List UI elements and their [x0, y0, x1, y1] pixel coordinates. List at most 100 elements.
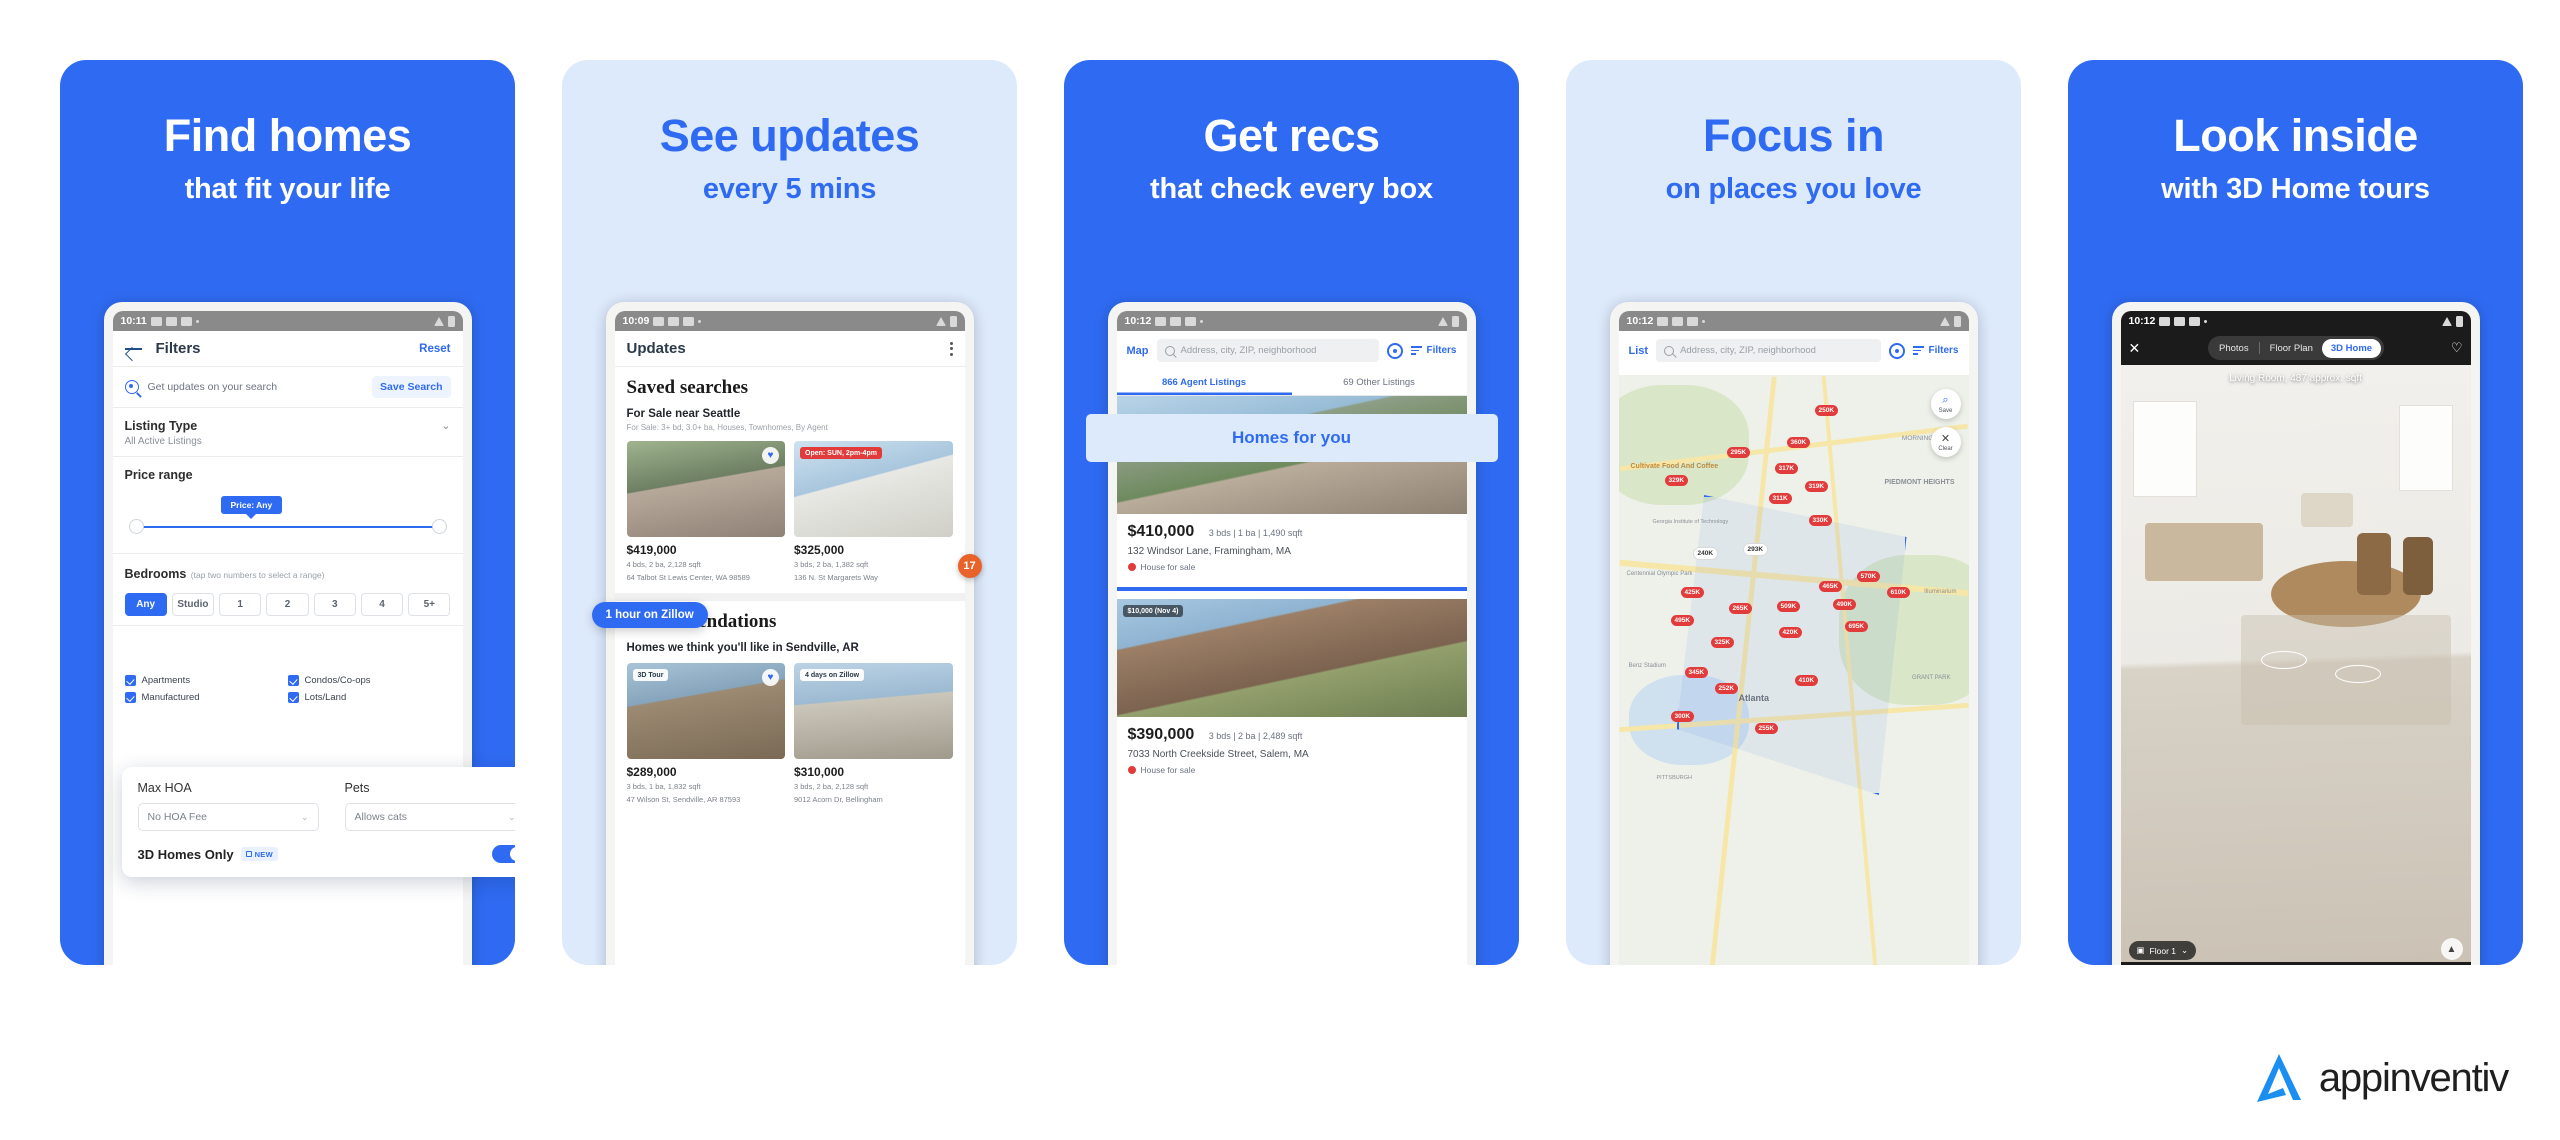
- clear-search-map-button[interactable]: ✕ Clear: [1930, 427, 1961, 457]
- more-status-icon: [1200, 319, 1204, 323]
- bedroom-option[interactable]: 1: [219, 593, 262, 616]
- tab-agent-listings[interactable]: 866 Agent Listings: [1117, 370, 1292, 395]
- reset-button[interactable]: Reset: [419, 343, 450, 355]
- floorplan-strip[interactable]: 1ST BEDROOM LIVING ROOM: [2120, 962, 2471, 965]
- pets-select[interactable]: Allows cats ⌄: [344, 803, 515, 831]
- price-pin[interactable]: 570K: [1856, 571, 1881, 582]
- 3d-homes-toggle[interactable]: [491, 845, 515, 863]
- floor-selector[interactable]: ▣ Floor 1 ⌄: [2128, 941, 2197, 960]
- map-toggle-button[interactable]: Map: [1127, 345, 1149, 357]
- tab-photos[interactable]: Photos: [2210, 339, 2258, 358]
- price-pin[interactable]: 325K: [1710, 637, 1735, 648]
- checked-icon: [124, 675, 136, 686]
- checkbox-manufactured[interactable]: Manufactured: [124, 692, 288, 703]
- image-status-icon: [2174, 316, 2186, 326]
- close-icon[interactable]: ✕: [2129, 340, 2141, 357]
- search-input[interactable]: Address, city, ZIP, neighborhood: [1656, 339, 1882, 362]
- headline-main: Find homes: [163, 110, 412, 161]
- locate-me-icon[interactable]: [1387, 342, 1404, 359]
- checkbox-condos[interactable]: Condos/Co-ops: [287, 675, 451, 686]
- price-pin[interactable]: 265K: [1728, 603, 1753, 614]
- room-viewport[interactable]: [2120, 365, 2471, 965]
- price-pin[interactable]: 295K: [1726, 447, 1751, 458]
- slider-knob-max[interactable]: [431, 519, 447, 534]
- price-pin[interactable]: 495K: [1670, 615, 1695, 626]
- filters-button[interactable]: Filters: [1411, 345, 1457, 356]
- saved-search-name[interactable]: For Sale near Seattle: [627, 408, 953, 420]
- checkbox-lots-land[interactable]: Lots/Land: [287, 692, 451, 703]
- save-search-button[interactable]: Save Search: [372, 376, 451, 398]
- listing-card[interactable]: $10,000 (Nov 4) $390,000 3 bds | 2 ba | …: [1116, 599, 1467, 782]
- price-pin[interactable]: 345K: [1684, 667, 1709, 678]
- card-accent-bar: [1116, 587, 1467, 591]
- price-pin[interactable]: 330K: [1808, 515, 1833, 526]
- max-hoa-select[interactable]: No HOA Fee ⌄: [137, 803, 319, 831]
- tab-floor-plan[interactable]: Floor Plan: [2261, 339, 2322, 358]
- save-search-map-button[interactable]: ⌕ Save: [1930, 389, 1961, 419]
- bedroom-option[interactable]: 3: [313, 593, 356, 616]
- checkbox-apartments[interactable]: Apartments: [124, 675, 288, 686]
- listing-price: $325,000: [794, 543, 845, 557]
- map-canvas[interactable]: Cultivate Food And Coffee PIEDMONT HEIGH…: [1618, 375, 1969, 965]
- price-pin[interactable]: 317K: [1774, 463, 1799, 474]
- price-pin[interactable]: 509K: [1776, 601, 1801, 612]
- price-pin[interactable]: 410K: [1794, 675, 1819, 686]
- kebab-menu-icon[interactable]: [949, 341, 953, 356]
- bedroom-options[interactable]: Any Studio 1 2 3 4 5+: [124, 593, 451, 616]
- bedroom-option[interactable]: 5+: [408, 593, 451, 616]
- favorite-icon[interactable]: ♥: [762, 669, 779, 687]
- favorite-icon[interactable]: ♥: [762, 447, 779, 464]
- price-pin[interactable]: 255K: [1754, 723, 1779, 734]
- listing-card[interactable]: Open: SUN, 2pm-4pm $325,000 3 bds, 2 ba,…: [794, 441, 953, 583]
- price-pin[interactable]: 420K: [1778, 627, 1803, 638]
- filter-label: Listing Type: [124, 419, 198, 433]
- search-input[interactable]: Address, city, ZIP, neighborhood: [1156, 339, 1380, 362]
- price-pin[interactable]: 465K: [1818, 581, 1843, 592]
- price-pin[interactable]: 490K: [1832, 599, 1857, 610]
- listing-card[interactable]: 3D Tour ♥ $289,000 3 bds, 1 ba, 1,832 sq…: [626, 663, 785, 805]
- phone-screen: 10:12 Map Address, city, ZIP, neighborho…: [1116, 311, 1467, 965]
- price-pin[interactable]: 319K: [1804, 481, 1829, 492]
- tab-3d-home[interactable]: 3D Home: [2321, 338, 2382, 358]
- price-pin[interactable]: 695K: [1844, 621, 1869, 632]
- filters-button[interactable]: Filters: [1913, 345, 1959, 356]
- slider-knob-min[interactable]: [128, 519, 144, 534]
- locate-me-icon[interactable]: [1889, 342, 1906, 359]
- listing-address: 132 Windsor Lane, Framingham, MA: [1127, 546, 1291, 557]
- listing-price: $419,000: [626, 543, 677, 557]
- tour-waypoint[interactable]: [2260, 651, 2307, 669]
- price-slider[interactable]: Price: Any: [125, 496, 451, 544]
- price-pin[interactable]: 610K: [1886, 587, 1911, 598]
- bedroom-option[interactable]: Any: [124, 593, 167, 616]
- price-pin[interactable]: 250K: [1814, 405, 1839, 416]
- filter-bedrooms[interactable]: Bedrooms (tap two numbers to select a ra…: [112, 554, 463, 626]
- heart-outline-icon[interactable]: ♡: [2451, 340, 2463, 356]
- price-pin[interactable]: 252K: [1714, 683, 1739, 694]
- expand-floorplan-button[interactable]: ▲: [2440, 938, 2463, 960]
- price-pin[interactable]: 300K: [1670, 711, 1695, 722]
- status-dot-icon: [1127, 766, 1136, 774]
- save-search-text: Get updates on your search: [147, 381, 278, 393]
- poster-canvas: Find homes that fit your life 10:11 Filt: [0, 0, 2560, 1140]
- video-status-icon: [668, 316, 680, 326]
- tour-waypoint[interactable]: [2334, 665, 2381, 683]
- price-pin[interactable]: 240K: [1692, 547, 1719, 560]
- listing-card[interactable]: 4 days on Zillow $310,000 3 bds, 2 ba, 2…: [794, 663, 953, 805]
- bedroom-option[interactable]: 4: [360, 593, 404, 616]
- price-pin[interactable]: 293K: [1742, 543, 1769, 556]
- bedroom-option[interactable]: 2: [266, 593, 309, 616]
- price-pin[interactable]: 425K: [1680, 587, 1705, 598]
- tab-other-listings[interactable]: 69 Other Listings: [1292, 370, 1467, 395]
- price-pin[interactable]: 360K: [1786, 437, 1811, 448]
- bedroom-option[interactable]: Studio: [171, 593, 215, 616]
- filter-price-range[interactable]: Price range Price: Any: [112, 457, 463, 554]
- panel-headline: Get recs that check every box: [1064, 112, 1519, 206]
- filter-listing-type[interactable]: ⌄ Listing Type All Active Listings: [112, 408, 463, 457]
- list-toggle-button[interactable]: List: [1629, 345, 1649, 357]
- listing-card[interactable]: ♥ $419,000 4 bds, 2 ba, 2,128 sqft 64 Ta…: [626, 441, 785, 583]
- 3d-homes-row: 3D Homes Only NEW: [138, 845, 515, 863]
- price-pin[interactable]: 311K: [1768, 493, 1792, 504]
- price-pin[interactable]: 329K: [1664, 475, 1689, 486]
- headline-sub: that check every box: [1150, 172, 1433, 205]
- arrow-left-icon[interactable]: [124, 342, 142, 355]
